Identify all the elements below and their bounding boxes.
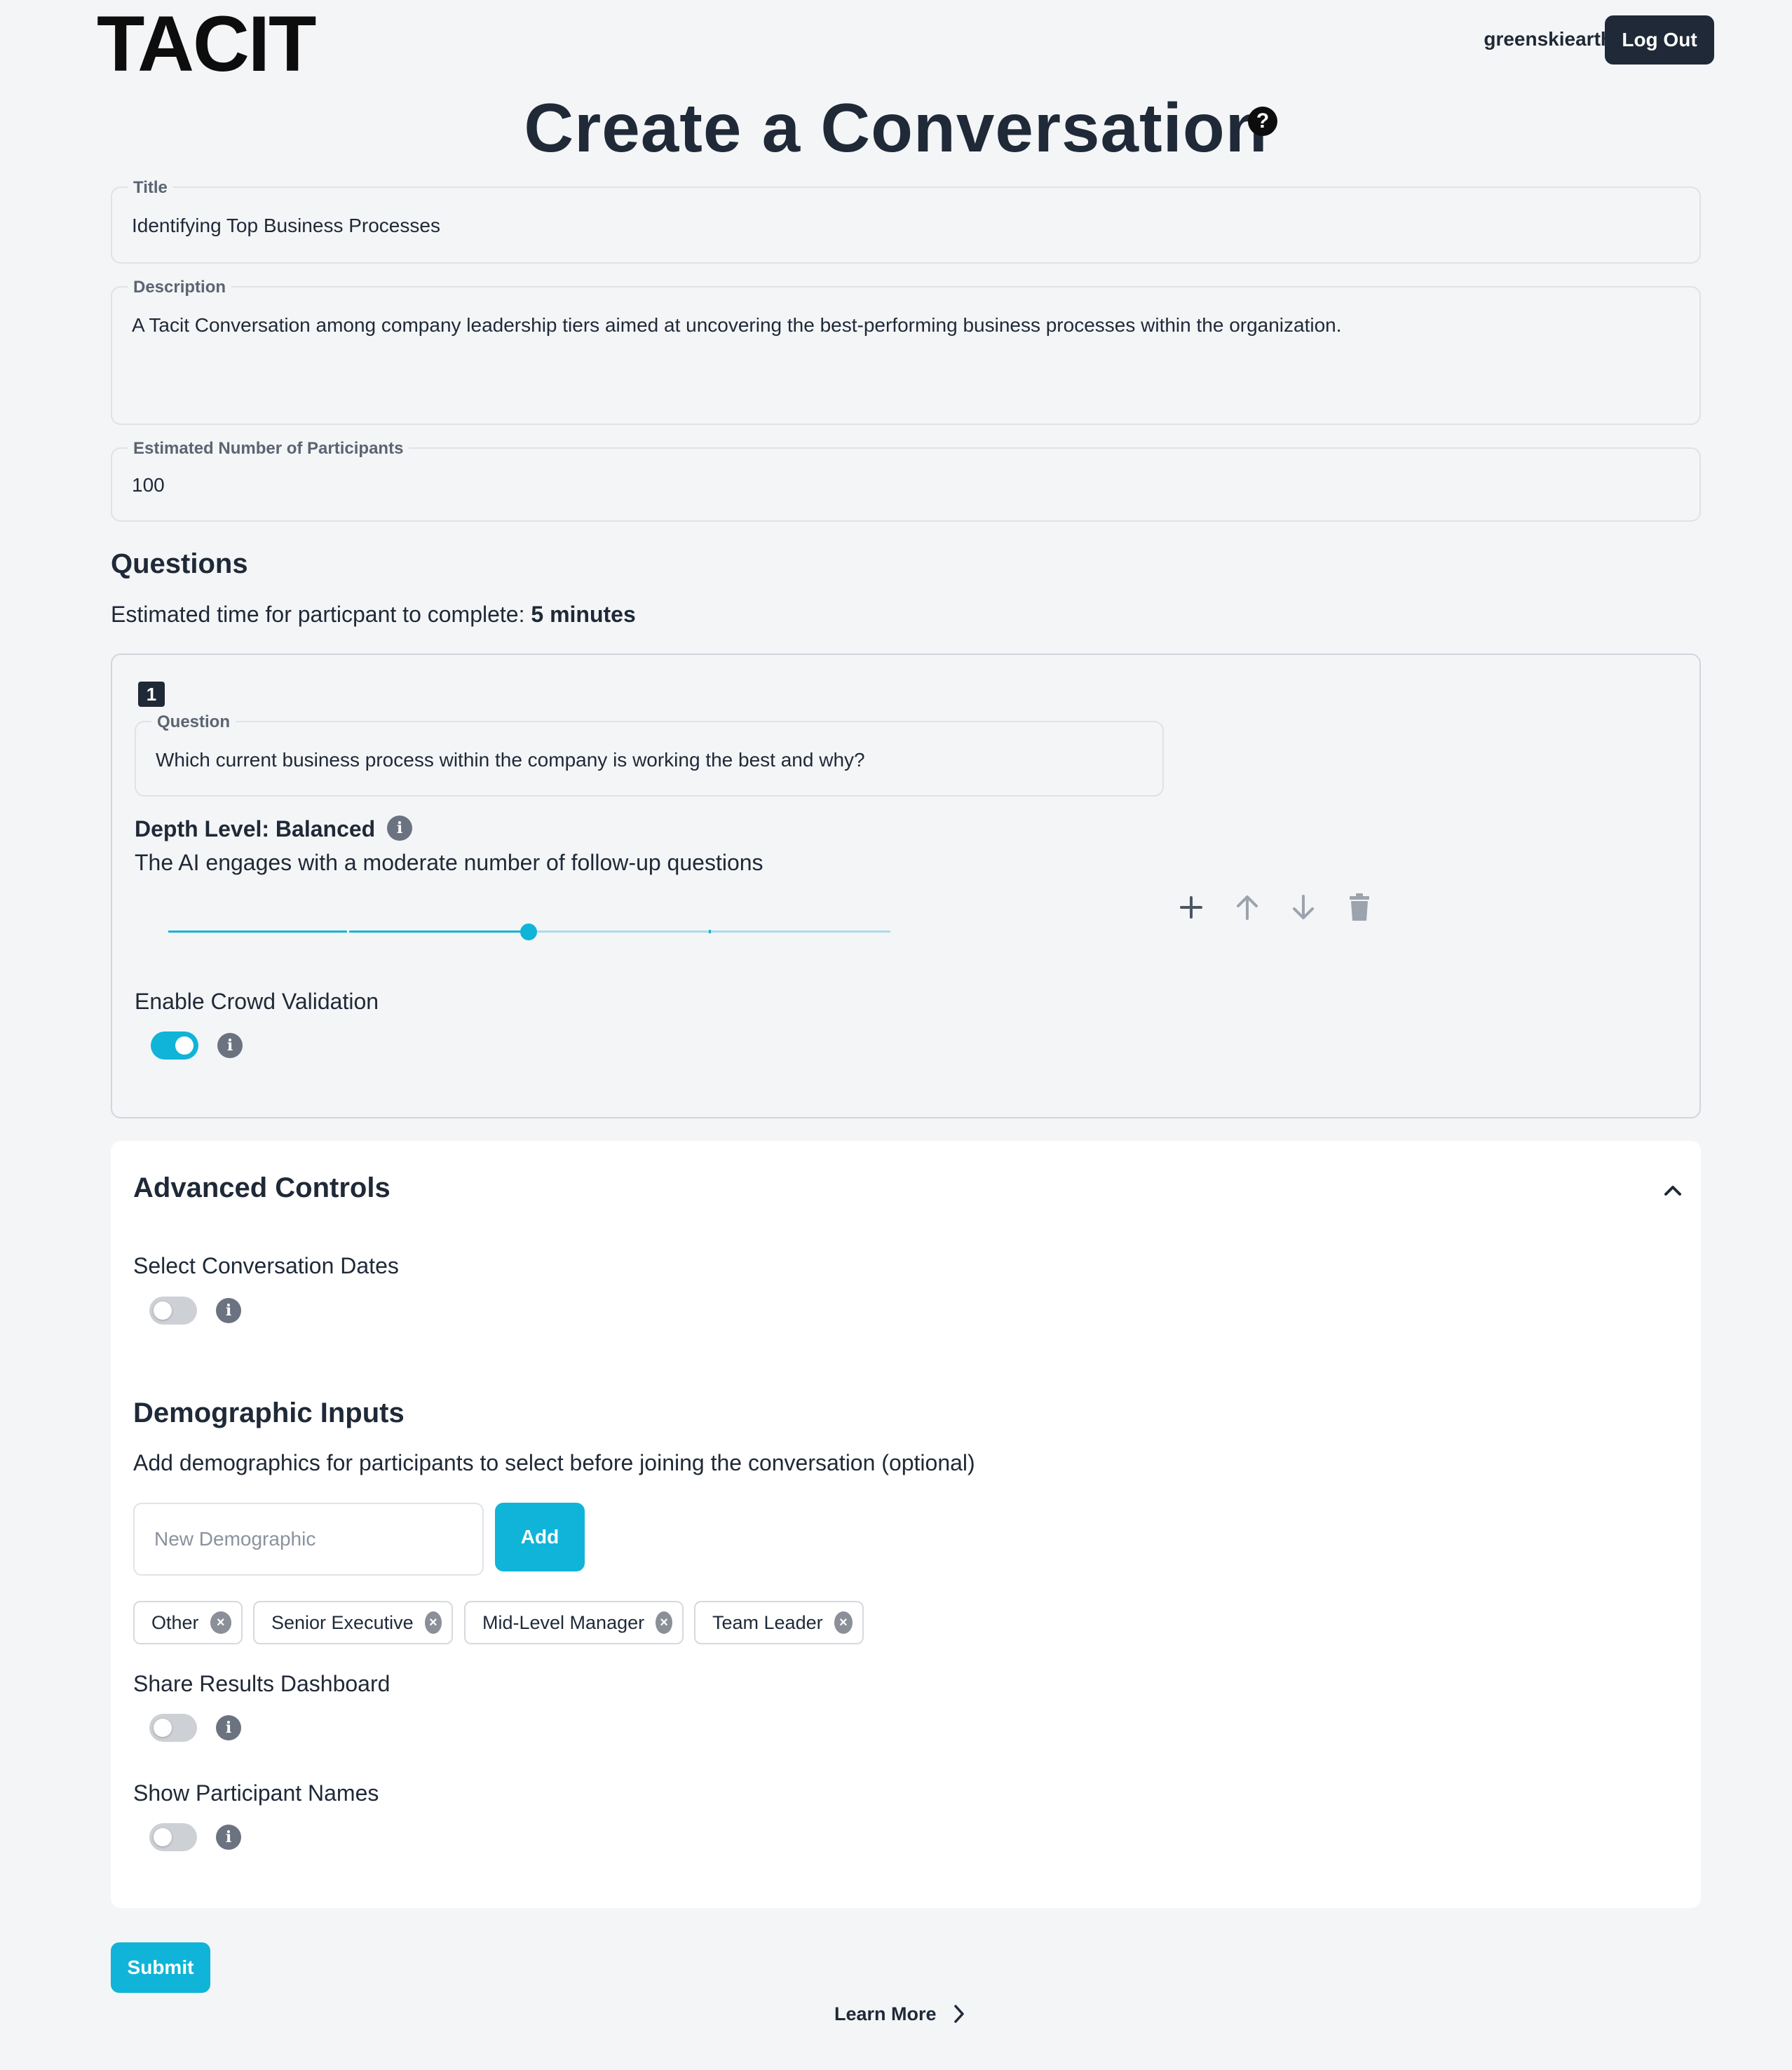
slider-thumb[interactable] <box>520 924 537 940</box>
advanced-controls-heading[interactable]: Advanced Controls <box>133 1172 391 1204</box>
title-field-label: Title <box>128 178 173 198</box>
toggle-knob <box>154 1828 172 1846</box>
add-demographic-button[interactable]: Add <box>495 1503 585 1571</box>
new-demographic-input[interactable] <box>133 1503 484 1576</box>
arrow-down-icon[interactable] <box>1288 892 1319 923</box>
page-title-text: Create a Conversation <box>524 89 1268 166</box>
question-field-label: Question <box>151 712 236 732</box>
tacit-logo[interactable]: TACIT <box>97 3 316 86</box>
participants-field-label: Estimated Number of Participants <box>128 439 409 459</box>
chevron-up-icon[interactable] <box>1660 1180 1685 1200</box>
chevron-right-icon <box>953 2005 964 2023</box>
title-field[interactable]: Title Identifying Top Business Processes <box>111 178 1701 264</box>
question-field-value[interactable]: Which current business process within th… <box>156 749 865 771</box>
question-circle-icon[interactable]: ? <box>1248 107 1277 136</box>
demographic-chip: Senior Executive × <box>253 1601 453 1644</box>
question-number-badge: 1 <box>138 682 165 707</box>
demographic-chip: Mid-Level Manager × <box>464 1601 684 1644</box>
estimated-time: Estimated time for particpant to complet… <box>111 602 636 628</box>
show-names-label: Show Participant Names <box>133 1780 379 1806</box>
slider-tick <box>347 930 349 933</box>
demographic-inputs-description: Add demographics for participants to sel… <box>133 1450 975 1475</box>
toggle-knob <box>154 1719 172 1737</box>
toggle-knob <box>175 1036 194 1055</box>
participants-field-value[interactable]: 100 <box>132 474 165 496</box>
slider-tick <box>709 930 711 933</box>
demographic-chip: Team Leader × <box>694 1601 864 1644</box>
submit-button[interactable]: Submit <box>111 1942 210 1993</box>
share-dashboard-label: Share Results Dashboard <box>133 1671 391 1696</box>
description-field-label: Description <box>128 278 232 297</box>
trash-icon[interactable] <box>1344 892 1375 923</box>
conversation-dates-toggle[interactable] <box>149 1297 197 1325</box>
chip-label: Other <box>151 1611 199 1633</box>
remove-chip-icon[interactable]: × <box>210 1611 231 1634</box>
depth-level-description: The AI engages with a moderate number of… <box>135 850 763 875</box>
username-label: greenskiearth <box>1484 28 1613 50</box>
depth-level-label: Depth Level: Balanced <box>135 816 376 841</box>
toggle-knob <box>154 1301 172 1320</box>
info-icon[interactable]: i <box>217 1033 243 1058</box>
chip-label: Mid-Level Manager <box>482 1611 645 1633</box>
create-conversation-page: TACIT greenskiearth Log Out Create a Con… <box>0 0 1792 2070</box>
page-title: Create a Conversation <box>0 88 1792 168</box>
learn-more-label[interactable]: Learn More <box>834 2003 937 2025</box>
plus-icon[interactable] <box>1176 892 1207 923</box>
title-field-value[interactable]: Identifying Top Business Processes <box>132 215 440 237</box>
description-field[interactable]: Description A Tacit Conversation among c… <box>111 278 1701 425</box>
demographic-chip: Other × <box>133 1601 243 1644</box>
questions-heading: Questions <box>111 548 248 579</box>
arrow-up-icon[interactable] <box>1232 892 1263 923</box>
remove-chip-icon[interactable]: × <box>424 1611 442 1634</box>
info-icon[interactable]: i <box>387 816 412 841</box>
crowd-validation-label: Enable Crowd Validation <box>135 989 379 1014</box>
logout-button[interactable]: Log Out <box>1605 15 1714 65</box>
info-icon[interactable]: i <box>216 1825 241 1850</box>
estimated-time-prefix: Estimated time for particpant to complet… <box>111 602 531 627</box>
chip-label: Team Leader <box>712 1611 823 1633</box>
demographic-inputs-heading: Demographic Inputs <box>133 1398 405 1428</box>
crowd-validation-toggle[interactable] <box>151 1031 198 1060</box>
conversation-dates-label: Select Conversation Dates <box>133 1253 399 1278</box>
remove-chip-icon[interactable]: × <box>834 1611 853 1634</box>
chip-label: Senior Executive <box>271 1611 414 1633</box>
info-icon[interactable]: i <box>216 1715 241 1740</box>
share-dashboard-toggle[interactable] <box>149 1714 197 1742</box>
question-field[interactable]: Question Which current business process … <box>135 712 1164 797</box>
show-names-toggle[interactable] <box>149 1823 197 1851</box>
participants-field[interactable]: Estimated Number of Participants 100 <box>111 439 1701 522</box>
learn-more-link[interactable]: Learn More <box>834 2000 966 2028</box>
info-icon[interactable]: i <box>216 1298 241 1323</box>
description-field-value[interactable]: A Tacit Conversation among company leade… <box>132 314 1342 337</box>
estimated-time-value: 5 minutes <box>531 602 636 627</box>
remove-chip-icon[interactable]: × <box>656 1611 672 1634</box>
